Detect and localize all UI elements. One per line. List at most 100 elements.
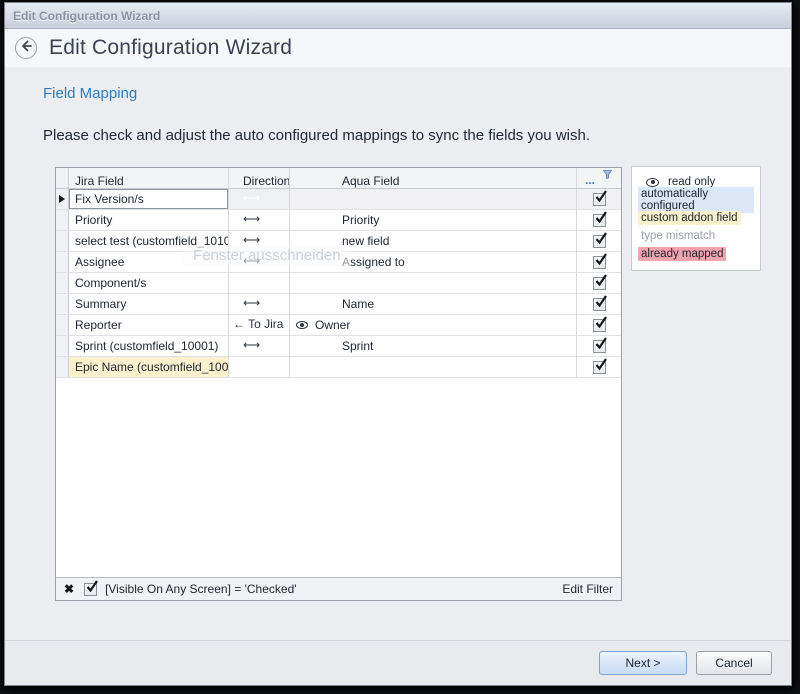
checkbox-cell[interactable]: [577, 189, 621, 209]
legend-item: already mapped: [638, 245, 754, 263]
current-row-arrow-icon: [59, 195, 65, 203]
checkbox-cell[interactable]: [577, 273, 621, 293]
row-indicator-cell[interactable]: [56, 357, 69, 377]
table-row[interactable]: Assignee⟷Assigned to: [56, 252, 621, 273]
jira-field-cell[interactable]: select test (customfield_10100): [69, 231, 229, 251]
legend-box: read onlyautomatically configuredcustom …: [631, 166, 761, 271]
window-title: Edit Configuration Wizard: [13, 9, 160, 23]
column-header-checkbox[interactable]: ...: [577, 168, 621, 188]
aqua-field-cell[interactable]: Name: [290, 294, 577, 314]
legend-item-label: automatically configured: [638, 187, 754, 213]
edit-filter-link[interactable]: Edit Filter: [562, 582, 613, 596]
read-only-eye-icon: [296, 321, 308, 329]
table-body: Fix Version/s⟷Priority⟷Priorityselect te…: [56, 189, 621, 378]
wizard-header: Edit Configuration Wizard: [5, 29, 791, 67]
row-checkbox[interactable]: [593, 193, 606, 206]
table-row[interactable]: Epic Name (customfield_10004): [56, 357, 621, 378]
aqua-field-cell[interactable]: Sprint: [290, 336, 577, 356]
jira-field-cell[interactable]: Summary: [69, 294, 229, 314]
legend-item-label: already mapped: [638, 247, 726, 261]
jira-field-cell[interactable]: Fix Version/s: [69, 189, 229, 209]
checkbox-cell[interactable]: [577, 357, 621, 377]
jira-field-cell[interactable]: Reporter: [69, 315, 229, 335]
aqua-field-cell[interactable]: new field: [290, 231, 577, 251]
row-checkbox[interactable]: [593, 256, 606, 269]
row-checkbox[interactable]: [593, 235, 606, 248]
aqua-field-cell[interactable]: Priority: [290, 210, 577, 230]
direction-cell[interactable]: [229, 357, 290, 377]
table-header-row: Jira Field Direction Aqua Field ...: [56, 168, 621, 189]
filter-expression: [Visible On Any Screen] = 'Checked': [105, 582, 296, 596]
jira-field-cell[interactable]: Assignee: [69, 252, 229, 272]
direction-cell[interactable]: [229, 273, 290, 293]
jira-field-cell[interactable]: Sprint (customfield_10001): [69, 336, 229, 356]
row-checkbox[interactable]: [593, 214, 606, 227]
legend-item-label: custom addon field: [638, 211, 741, 225]
back-button[interactable]: [15, 37, 37, 59]
table-row[interactable]: Component/s: [56, 273, 621, 294]
section-title: Field Mapping: [43, 85, 137, 102]
checkbox-cell[interactable]: [577, 294, 621, 314]
jira-field-cell[interactable]: Epic Name (customfield_10004): [69, 357, 229, 377]
window-titlebar[interactable]: Edit Configuration Wizard: [5, 3, 791, 29]
cancel-button[interactable]: Cancel: [696, 651, 772, 675]
legend-item: automatically configured: [638, 191, 754, 209]
row-indicator-cell[interactable]: [56, 210, 69, 230]
table-row[interactable]: Sprint (customfield_10001)⟷Sprint: [56, 336, 621, 357]
next-button[interactable]: Next >: [599, 651, 687, 675]
table-row[interactable]: select test (customfield_10100)⟷new fiel…: [56, 231, 621, 252]
row-checkbox[interactable]: [593, 319, 606, 332]
checkbox-cell[interactable]: [577, 315, 621, 335]
column-header-direction[interactable]: Direction: [229, 168, 290, 188]
direction-cell[interactable]: ⟷: [229, 210, 290, 230]
direction-cell[interactable]: ⟷: [229, 189, 290, 209]
row-checkbox[interactable]: [593, 277, 606, 290]
aqua-field-cell[interactable]: Assigned to: [290, 252, 577, 272]
table-row[interactable]: Priority⟷Priority: [56, 210, 621, 231]
aqua-field-cell[interactable]: [290, 189, 577, 209]
row-indicator-cell[interactable]: [56, 252, 69, 272]
row-indicator-cell[interactable]: [56, 315, 69, 335]
wizard-window: Edit Configuration Wizard Edit Configura…: [4, 2, 792, 686]
direction-cell[interactable]: ⟷: [229, 336, 290, 356]
table-row[interactable]: Reporter← To JiraOwner: [56, 315, 621, 336]
column-header-more-label: ...: [585, 175, 595, 185]
instruction-text: Please check and adjust the auto configu…: [43, 127, 590, 144]
column-header-jira-field[interactable]: Jira Field: [69, 168, 229, 188]
aqua-field-cell[interactable]: [290, 357, 577, 377]
field-mapping-table: Jira Field Direction Aqua Field ... Fix …: [55, 167, 622, 601]
page-title: Edit Configuration Wizard: [49, 36, 292, 60]
row-indicator-header: [56, 168, 69, 188]
direction-cell[interactable]: ⟷: [229, 252, 290, 272]
row-checkbox[interactable]: [593, 361, 606, 374]
checkbox-cell[interactable]: [577, 252, 621, 272]
filter-bar: ✖ [Visible On Any Screen] = 'Checked' Ed…: [55, 577, 622, 601]
aqua-field-cell[interactable]: Owner: [290, 315, 577, 335]
row-indicator-cell[interactable]: [56, 189, 69, 209]
jira-field-cell[interactable]: Priority: [69, 210, 229, 230]
legend-item-label: type mismatch: [638, 229, 718, 243]
checkbox-cell[interactable]: [577, 231, 621, 251]
aqua-field-cell[interactable]: [290, 273, 577, 293]
row-checkbox[interactable]: [593, 340, 606, 353]
row-checkbox[interactable]: [593, 298, 606, 311]
table-row[interactable]: Summary⟷Name: [56, 294, 621, 315]
row-indicator-cell[interactable]: [56, 273, 69, 293]
legend-item: custom addon field: [638, 209, 754, 227]
row-indicator-cell[interactable]: [56, 294, 69, 314]
direction-cell[interactable]: ⟷: [229, 294, 290, 314]
legend-item: type mismatch: [638, 227, 754, 245]
direction-cell[interactable]: ← To Jira: [229, 315, 290, 335]
clear-filter-button[interactable]: ✖: [64, 582, 74, 596]
table-row[interactable]: Fix Version/s⟷: [56, 189, 621, 210]
row-indicator-cell[interactable]: [56, 336, 69, 356]
checkbox-cell[interactable]: [577, 210, 621, 230]
filter-funnel-icon[interactable]: [603, 168, 612, 185]
direction-cell[interactable]: ⟷: [229, 231, 290, 251]
row-indicator-cell[interactable]: [56, 231, 69, 251]
footer-bar: Next > Cancel: [5, 640, 791, 685]
checkbox-cell[interactable]: [577, 336, 621, 356]
filter-checkbox[interactable]: [84, 583, 97, 596]
column-header-aqua-field[interactable]: Aqua Field: [290, 168, 577, 188]
jira-field-cell[interactable]: Component/s: [69, 273, 229, 293]
